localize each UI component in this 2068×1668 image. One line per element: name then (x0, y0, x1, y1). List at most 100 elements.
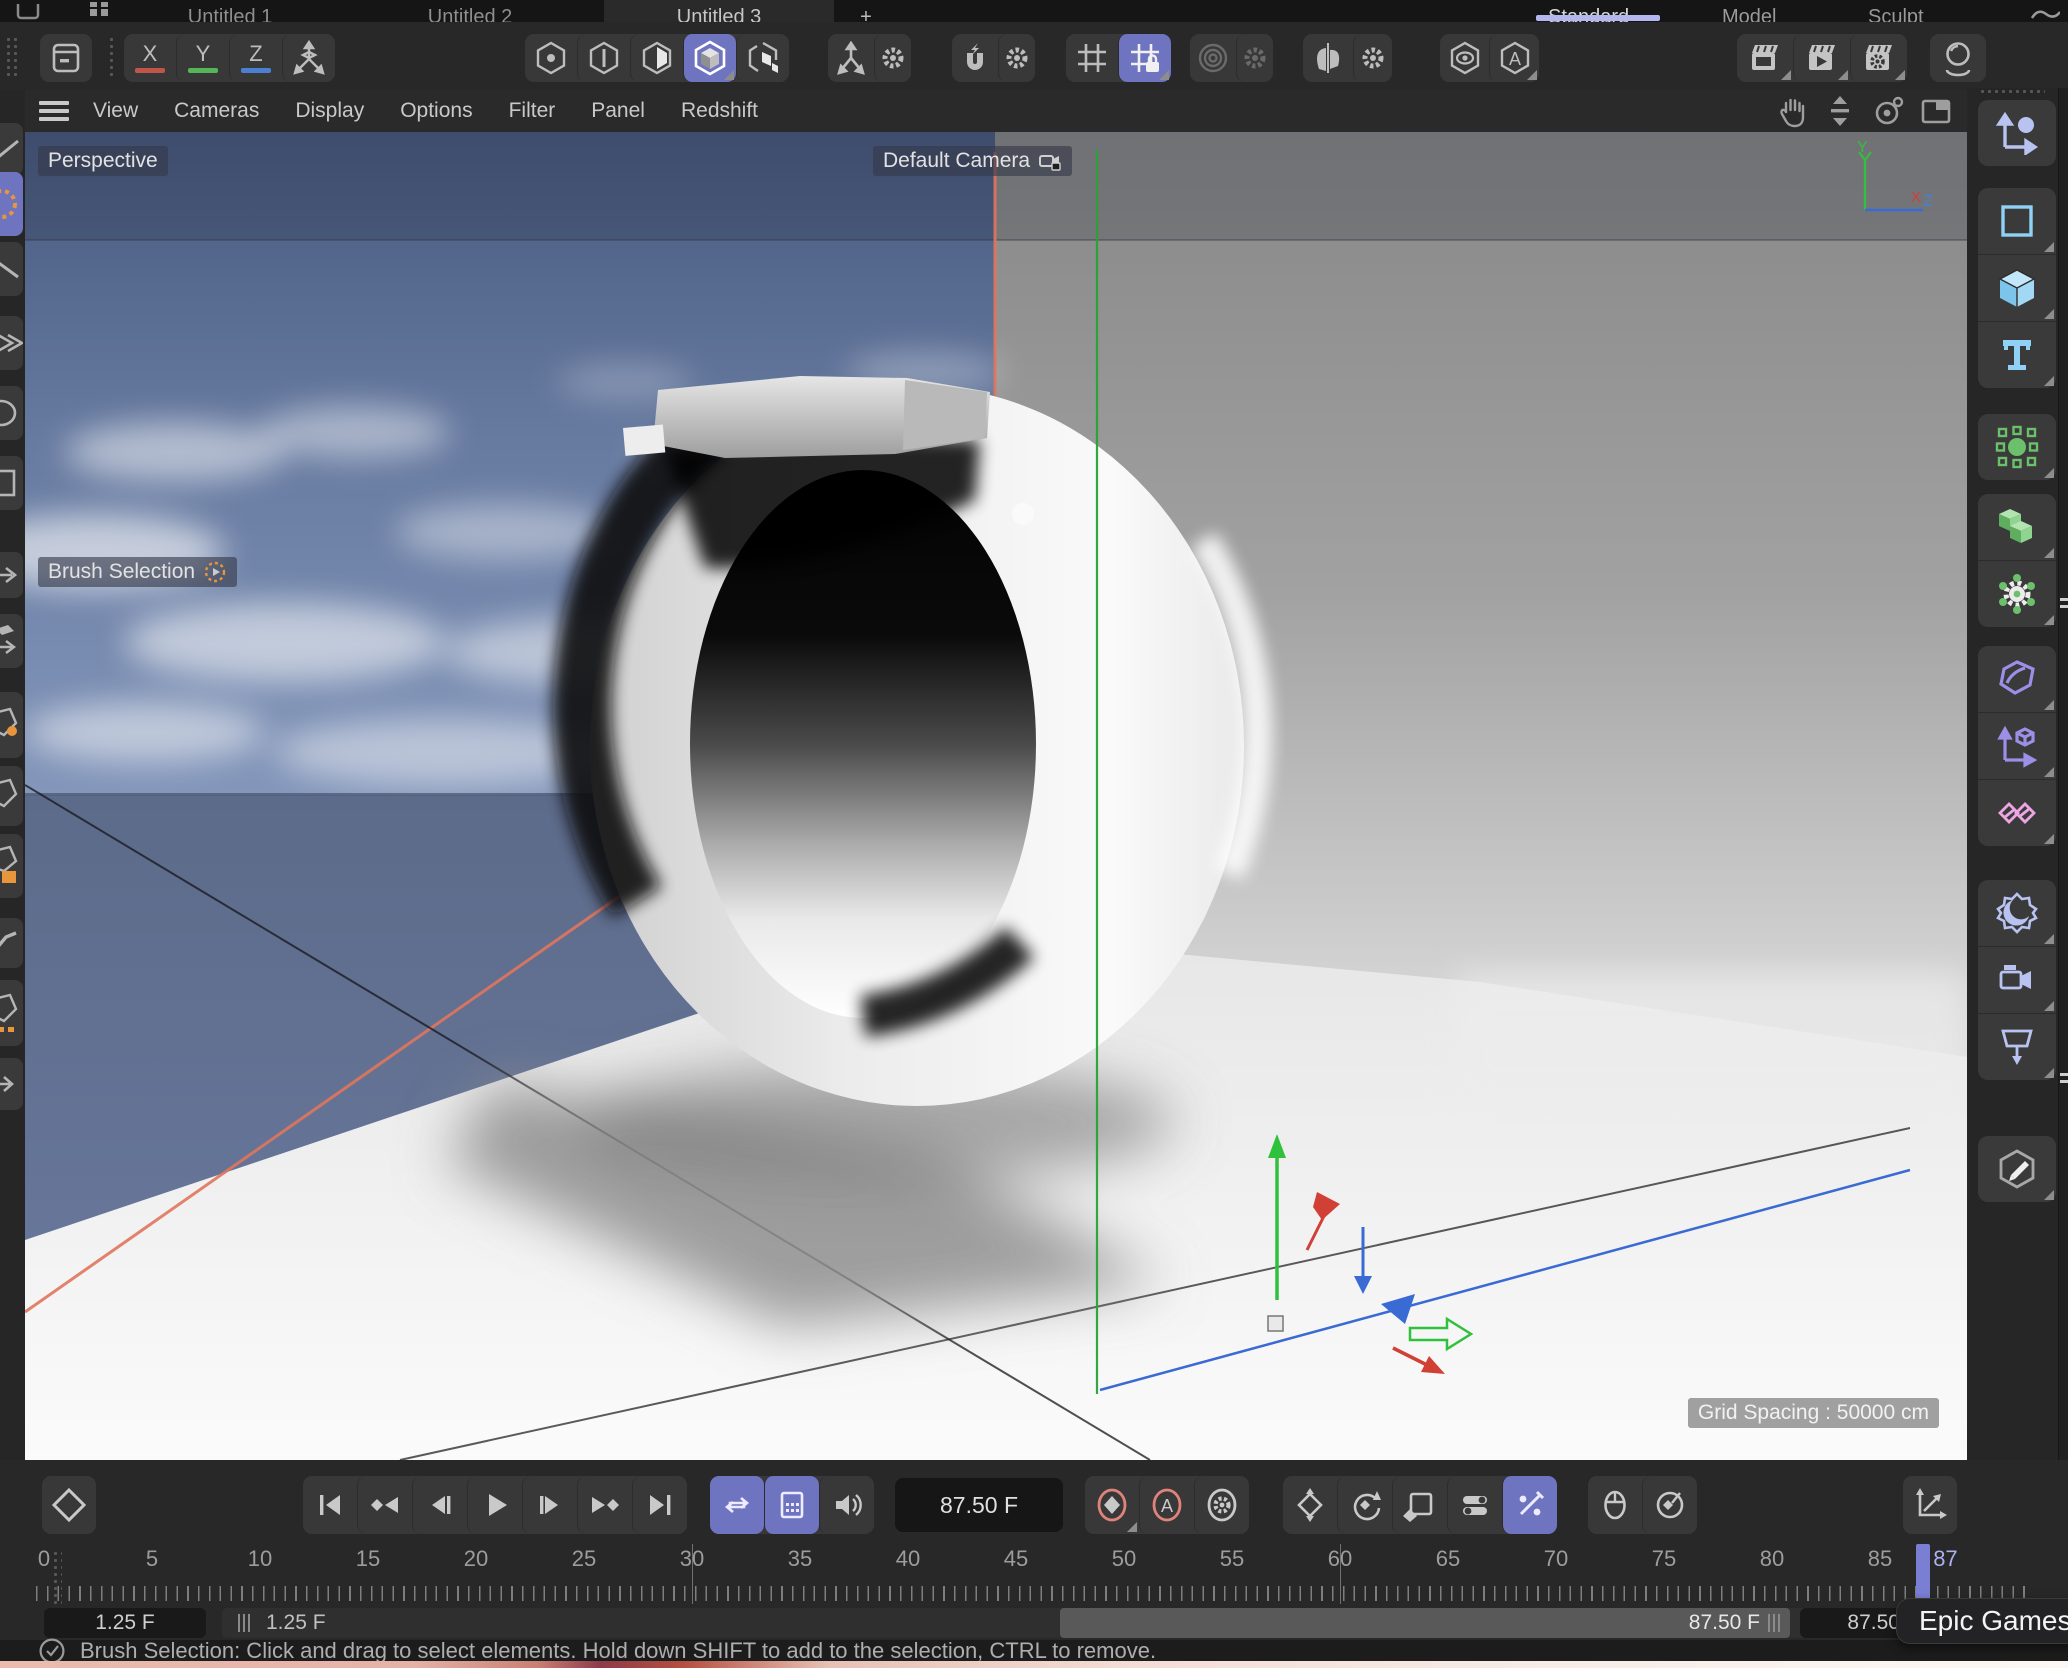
axis-tool-button[interactable] (282, 34, 335, 82)
motext-button[interactable] (1978, 321, 2056, 388)
active-tool-label[interactable]: Brush Selection (38, 557, 237, 587)
range-slider-track[interactable]: 1.25 F 87.50 F (222, 1608, 1966, 1638)
field-button[interactable] (1978, 560, 2056, 627)
camera-button[interactable] (1978, 946, 2056, 1013)
hamburger-menu-icon[interactable] (39, 99, 69, 123)
previous-frame-button[interactable] (412, 1476, 467, 1534)
camera-label[interactable]: Default Camera (873, 146, 1072, 176)
range-grip[interactable] (1768, 1614, 1782, 1632)
timeline-graph-button[interactable] (1903, 1476, 1957, 1534)
next-frame-button[interactable] (522, 1476, 577, 1534)
enable-axis-button[interactable] (828, 34, 874, 82)
left-toolbar-button-4[interactable] (0, 386, 23, 440)
preview-range-button[interactable] (764, 1476, 819, 1534)
left-toolbar-button-11[interactable] (0, 918, 23, 968)
z-axis-lock-button[interactable]: Z (229, 34, 282, 82)
dolly-icon[interactable] (1823, 94, 1857, 128)
soft-selection-settings-button[interactable] (1236, 34, 1273, 82)
mouse-animation-button[interactable] (1588, 1476, 1642, 1534)
range-slider-bar[interactable]: 87.50 F (1060, 1608, 1790, 1638)
tab-untitled-1[interactable]: Untitled 1 (130, 0, 330, 22)
light-button[interactable] (1978, 880, 2056, 946)
stage-button[interactable] (1978, 1013, 2056, 1080)
left-toolbar-button-6[interactable] (0, 552, 23, 598)
render-settings-button[interactable] (1850, 34, 1907, 82)
rotation-key-button[interactable] (1337, 1476, 1392, 1534)
previous-key-button[interactable] (357, 1476, 412, 1534)
sound-button[interactable] (819, 1476, 874, 1534)
sculpt-button[interactable] (1978, 1136, 2056, 1202)
pla-key-button[interactable] (1502, 1476, 1557, 1534)
viewport-solo-button[interactable] (1440, 34, 1489, 82)
workplane-lock-button[interactable] (1118, 34, 1171, 82)
texture-mode-button[interactable] (736, 34, 789, 82)
menu-cameras[interactable]: Cameras (174, 99, 259, 123)
left-toolbar-button-8[interactable] (0, 692, 23, 758)
maximize-view-icon[interactable] (1919, 94, 1953, 128)
scale-key-button[interactable] (1392, 1476, 1447, 1534)
points-mode-button[interactable] (525, 34, 577, 82)
interactive-render-button[interactable] (1930, 34, 1986, 82)
deformer-button[interactable] (1978, 646, 2056, 712)
menu-view[interactable]: View (93, 99, 138, 123)
polygons-mode-button[interactable] (630, 34, 683, 82)
current-frame-field[interactable]: 87.50 F (895, 1478, 1063, 1532)
move-tool-button[interactable] (1978, 100, 2056, 166)
axis-settings-button[interactable] (874, 34, 911, 82)
menu-display[interactable]: Display (295, 99, 364, 123)
menu-redshift[interactable]: Redshift (681, 99, 758, 123)
playhead[interactable] (1916, 1544, 1930, 1602)
coordinate-system-button[interactable] (40, 34, 92, 82)
go-to-end-button[interactable] (632, 1476, 687, 1534)
left-toolbar-button-7[interactable] (0, 614, 23, 668)
orbit-icon[interactable] (1871, 94, 1905, 128)
left-toolbar-button-12[interactable] (0, 980, 23, 1046)
render-view-button[interactable] (1737, 34, 1793, 82)
go-to-start-button[interactable] (303, 1476, 357, 1534)
left-toolbar-button-13[interactable] (0, 1058, 23, 1110)
layout-model[interactable]: Model (1722, 0, 1776, 22)
toolbar-grip[interactable] (1979, 88, 2045, 96)
snap-button[interactable] (952, 34, 998, 82)
toolbar-grip[interactable] (5, 36, 19, 80)
left-toolbar-button-3[interactable] (0, 316, 23, 370)
keyframe-settings-button[interactable] (1194, 1476, 1249, 1534)
toolbar-grip[interactable] (108, 36, 115, 80)
record-keyframe-button[interactable] (1085, 1476, 1139, 1534)
soft-selection-button[interactable] (1190, 34, 1236, 82)
loop-button[interactable] (710, 1476, 764, 1534)
left-toolbar-button-1[interactable] (0, 123, 23, 175)
instance-symmetry-button[interactable] (1978, 779, 2056, 846)
left-toolbar-button-10[interactable] (0, 834, 23, 898)
volume-builder-button[interactable] (1978, 494, 2056, 560)
range-slider-start[interactable]: 1.25 F (230, 1608, 326, 1638)
view-type-label[interactable]: Perspective (38, 146, 168, 176)
menu-panel[interactable]: Panel (591, 99, 645, 123)
y-axis-lock-button[interactable]: Y (176, 34, 229, 82)
auto-mode-button[interactable]: A (1489, 34, 1539, 82)
model-mode-button[interactable] (683, 34, 736, 82)
left-toolbar-button-5[interactable] (0, 456, 23, 510)
parameter-key-button[interactable] (1447, 1476, 1502, 1534)
keyframe-presets-button[interactable] (1642, 1476, 1697, 1534)
workplane-button[interactable] (1066, 34, 1118, 82)
snap-settings-button[interactable] (998, 34, 1035, 82)
axis-modify-button[interactable] (1978, 712, 2056, 779)
viewport-canvas[interactable]: Perspective Default Camera Brush Selecti… (25, 132, 1967, 1460)
play-button[interactable] (467, 1476, 522, 1534)
spline-button[interactable] (1978, 188, 2056, 254)
next-key-button[interactable] (577, 1476, 632, 1534)
left-tool-brush-selection-active[interactable] (0, 172, 23, 236)
timeline-ruler[interactable]: 0510152025303540455055606570758085 87 (0, 1544, 2068, 1606)
position-key-button[interactable] (1283, 1476, 1337, 1534)
tab-untitled-2[interactable]: Untitled 2 (370, 0, 570, 22)
edges-mode-button[interactable] (577, 34, 630, 82)
tab-untitled-3[interactable]: Untitled 3 (604, 0, 834, 22)
range-grip[interactable] (238, 1614, 252, 1632)
menu-options[interactable]: Options (400, 99, 472, 123)
render-picture-viewer-button[interactable] (1793, 34, 1850, 82)
layout-more-icon[interactable] (2030, 6, 2060, 22)
add-tab-button[interactable]: + (848, 0, 884, 22)
grid-menu-icon[interactable] (88, 2, 112, 18)
pan-hand-icon[interactable] (1775, 94, 1809, 128)
